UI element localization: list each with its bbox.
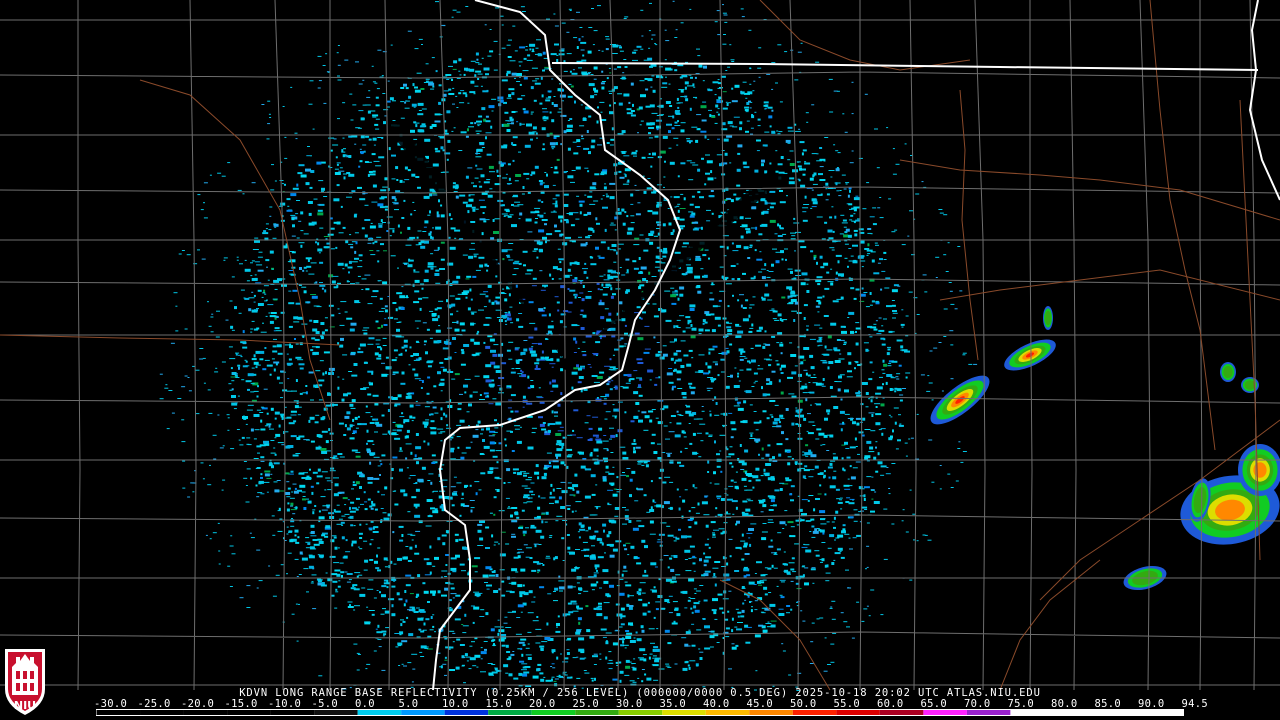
scale-color-segment <box>966 710 1011 715</box>
state-line <box>1248 0 1280 201</box>
road-line <box>719 579 831 691</box>
scale-color-segment <box>575 710 619 715</box>
color-scale-bar <box>96 709 1184 716</box>
scale-color-segment <box>270 710 315 715</box>
scale-color-segment <box>618 710 663 715</box>
scale-color-segment <box>662 710 706 715</box>
county-line <box>0 0 1280 691</box>
scale-color-segment <box>444 710 489 715</box>
county-boundaries <box>0 0 1280 691</box>
scale-color-segment <box>401 710 445 715</box>
road-line <box>0 334 341 346</box>
road-line <box>959 89 979 361</box>
radar-site-marker <box>561 358 573 370</box>
scale-color-segment <box>879 710 924 715</box>
scale-color-segment <box>314 710 358 715</box>
road-line <box>999 559 1101 691</box>
scale-color-segment <box>1010 710 1054 715</box>
scale-tick-label: 94.5 <box>1181 698 1208 710</box>
radar-map <box>0 0 1280 691</box>
niu-logo-text: NIU <box>13 699 37 712</box>
reflectivity-echoes <box>159 0 1280 691</box>
scale-color-segment <box>1053 710 1098 715</box>
scale-color-segment <box>836 710 880 715</box>
scale-color-segment <box>1140 710 1184 715</box>
scale-color-segment <box>792 710 837 715</box>
scale-color-segment <box>705 710 750 715</box>
scale-color-segment <box>1097 710 1141 715</box>
scale-color-segment <box>140 710 184 715</box>
state-line <box>432 0 682 691</box>
road-line <box>939 269 1280 301</box>
scale-color-segment <box>531 710 576 715</box>
scale-color-segment <box>749 710 793 715</box>
scale-color-segment <box>357 710 402 715</box>
scale-color-segment <box>183 710 228 715</box>
scale-color-segment <box>227 710 271 715</box>
scale-color-segment <box>923 710 967 715</box>
road-line <box>1149 0 1216 451</box>
scale-color-segment <box>96 710 141 715</box>
scale-color-segment <box>488 710 532 715</box>
